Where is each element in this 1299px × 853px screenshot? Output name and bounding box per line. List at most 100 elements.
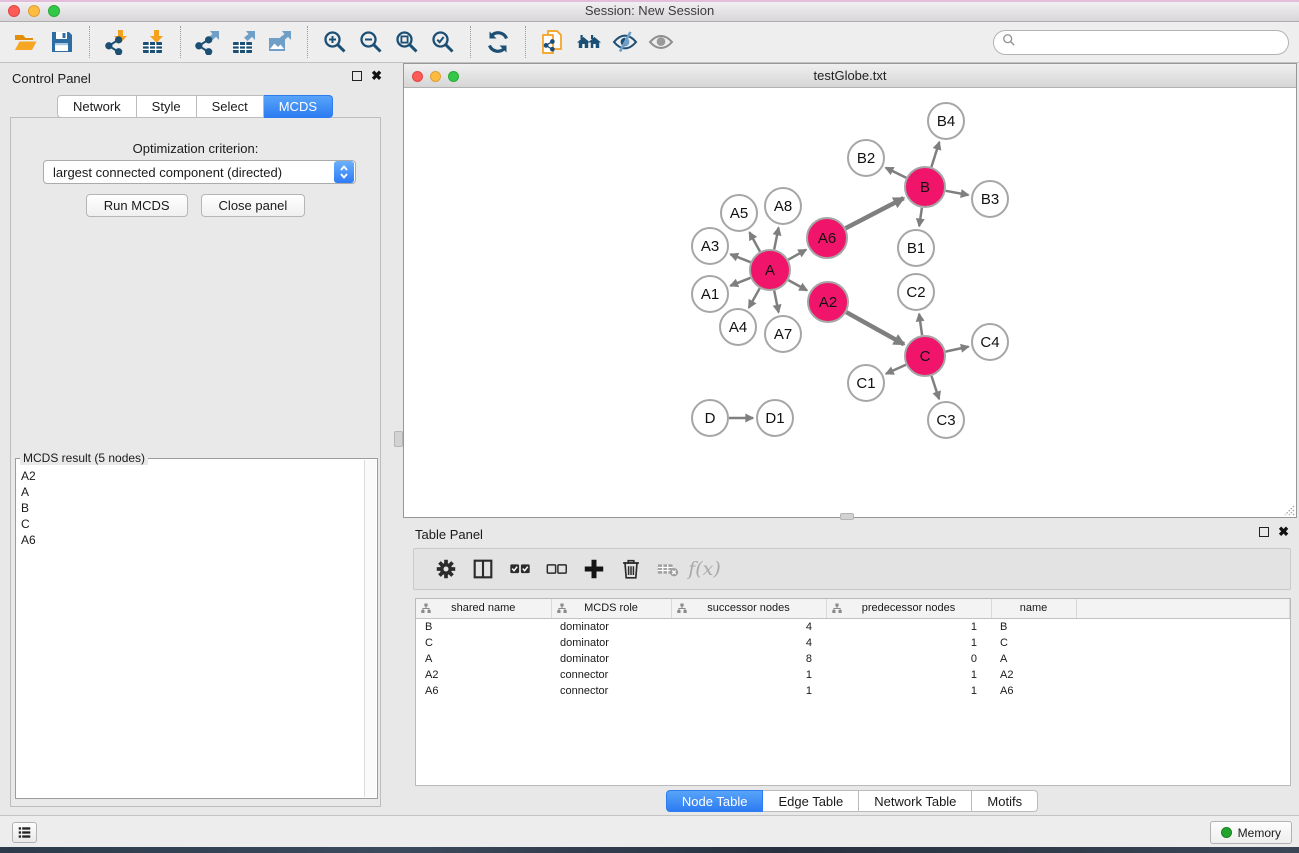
eye-icon[interactable]	[643, 26, 679, 58]
import-table-icon[interactable]	[135, 26, 171, 58]
tab-network-table[interactable]: Network Table	[859, 790, 972, 812]
add-column-icon[interactable]	[575, 552, 612, 586]
table-row[interactable]: Bdominator41B	[416, 618, 1290, 635]
float-panel-icon[interactable]	[1259, 527, 1269, 537]
node-B1[interactable]: B1	[898, 230, 934, 266]
gear-icon[interactable]	[427, 552, 464, 586]
node-A1[interactable]: A1	[692, 276, 728, 312]
mcds-result-item[interactable]: A	[17, 484, 364, 500]
mcds-result-item[interactable]: A2	[17, 468, 364, 484]
node-A7[interactable]: A7	[765, 316, 801, 352]
node-A2[interactable]: A2	[808, 282, 848, 322]
zoom-selected-icon[interactable]	[425, 26, 461, 58]
search-field[interactable]	[993, 30, 1289, 55]
node-A[interactable]: A	[750, 250, 790, 290]
table-row[interactable]: A2connector11A2	[416, 667, 1290, 683]
tab-style[interactable]: Style	[137, 95, 197, 118]
close-panel-button[interactable]: Close panel	[201, 194, 306, 217]
mcds-result-item[interactable]: C	[17, 516, 364, 532]
node-A6[interactable]: A6	[807, 218, 847, 258]
vertical-split-grip[interactable]	[394, 431, 403, 447]
run-mcds-button[interactable]: Run MCDS	[86, 194, 188, 217]
resize-grip-icon[interactable]	[1281, 502, 1295, 516]
select-all-checkboxes-icon[interactable]	[501, 552, 538, 586]
node-B3[interactable]: B3	[972, 181, 1008, 217]
edge-A6-B[interactable]	[846, 198, 904, 228]
edge-A-A5[interactable]	[750, 232, 761, 251]
node-B[interactable]: B	[905, 167, 945, 207]
edge-A-A1[interactable]	[730, 278, 750, 286]
tab-motifs[interactable]: Motifs	[972, 790, 1038, 812]
column-view-icon[interactable]	[464, 552, 501, 586]
refresh-icon[interactable]	[480, 26, 516, 58]
table-row[interactable]: Cdominator41C	[416, 635, 1290, 651]
close-panel-icon[interactable]: ✖	[371, 71, 382, 81]
zoom-in-icon[interactable]	[317, 26, 353, 58]
column-header-shared-name[interactable]: shared name	[416, 599, 551, 618]
node-A4[interactable]: A4	[720, 309, 756, 345]
export-network-icon[interactable]	[190, 26, 226, 58]
task-history-button[interactable]	[12, 822, 37, 843]
edge-C-C4[interactable]	[946, 347, 969, 352]
float-panel-icon[interactable]	[352, 71, 362, 81]
column-header-name[interactable]: name	[991, 599, 1076, 618]
edge-A-A2[interactable]	[788, 280, 807, 290]
tab-edge-table[interactable]: Edge Table	[763, 790, 859, 812]
node-C[interactable]: C	[905, 336, 945, 376]
network-canvas[interactable]: B4 B2 B B3 A8A5 A6 A3 B1 A C2 A1 A2 A4A7 C4 C C1 C3 D D1	[404, 88, 1296, 517]
edge-C-C3[interactable]	[932, 376, 940, 399]
edge-B-B3[interactable]	[946, 191, 969, 195]
node-C4[interactable]: C4	[972, 324, 1008, 360]
node-C2[interactable]: C2	[898, 274, 934, 310]
node-D1[interactable]: D1	[757, 400, 793, 436]
tab-select[interactable]: Select	[197, 95, 264, 118]
close-panel-icon[interactable]: ✖	[1278, 527, 1289, 537]
houses-icon[interactable]	[571, 26, 607, 58]
node-A5[interactable]: A5	[721, 195, 757, 231]
save-floppy-icon[interactable]	[44, 26, 80, 58]
edge-A-A3[interactable]	[730, 254, 750, 262]
tab-node-table[interactable]: Node Table	[666, 790, 764, 812]
table-row[interactable]: Adominator80A	[416, 651, 1290, 667]
search-input[interactable]	[1016, 36, 1288, 50]
memory-button[interactable]: Memory	[1210, 821, 1292, 844]
export-image-icon[interactable]	[262, 26, 298, 58]
horizontal-split-grip[interactable]	[840, 513, 854, 520]
edge-B-B2[interactable]	[886, 168, 907, 178]
node-D[interactable]: D	[692, 400, 728, 436]
eye-slash-icon[interactable]	[607, 26, 643, 58]
trash-icon[interactable]	[612, 552, 649, 586]
node-B2[interactable]: B2	[848, 140, 884, 176]
network-window-titlebar[interactable]: testGlobe.txt	[404, 64, 1296, 88]
node-C3[interactable]: C3	[928, 402, 964, 438]
node-C1[interactable]: C1	[848, 365, 884, 401]
node-A3[interactable]: A3	[692, 228, 728, 264]
tab-network[interactable]: Network	[57, 95, 137, 118]
open-folder-icon[interactable]	[8, 26, 44, 58]
column-header-MCDS-role[interactable]: MCDS role	[551, 599, 671, 618]
tab-mcds[interactable]: MCDS	[264, 95, 333, 118]
edge-A-A6[interactable]	[788, 250, 806, 260]
node-A8[interactable]: A8	[765, 188, 801, 224]
deselect-all-checkboxes-icon[interactable]	[538, 552, 575, 586]
zoom-out-icon[interactable]	[353, 26, 389, 58]
edge-C-C2[interactable]	[919, 314, 922, 335]
mcds-result-item[interactable]: B	[17, 500, 364, 516]
import-network-icon[interactable]	[99, 26, 135, 58]
node-B4[interactable]: B4	[928, 103, 964, 139]
edge-A-A7[interactable]	[774, 291, 778, 313]
edge-B-B4[interactable]	[931, 142, 939, 167]
new-network-document-icon[interactable]	[535, 26, 571, 58]
column-header-successor-nodes[interactable]: successor nodes	[671, 599, 826, 618]
edge-B-B1[interactable]	[919, 208, 922, 226]
criterion-dropdown[interactable]: largest connected component (directed)	[43, 160, 356, 184]
edge-A-A8[interactable]	[774, 228, 778, 250]
edge-C-C1[interactable]	[886, 365, 906, 374]
export-table-icon[interactable]	[226, 26, 262, 58]
edge-A-A4[interactable]	[749, 288, 760, 308]
edge-A2-C[interactable]	[846, 312, 904, 344]
table-row[interactable]: A6connector11A6	[416, 683, 1290, 699]
column-header-predecessor-nodes[interactable]: predecessor nodes	[826, 599, 991, 618]
zoom-fit-icon[interactable]	[389, 26, 425, 58]
mcds-result-item[interactable]: A6	[17, 532, 364, 548]
